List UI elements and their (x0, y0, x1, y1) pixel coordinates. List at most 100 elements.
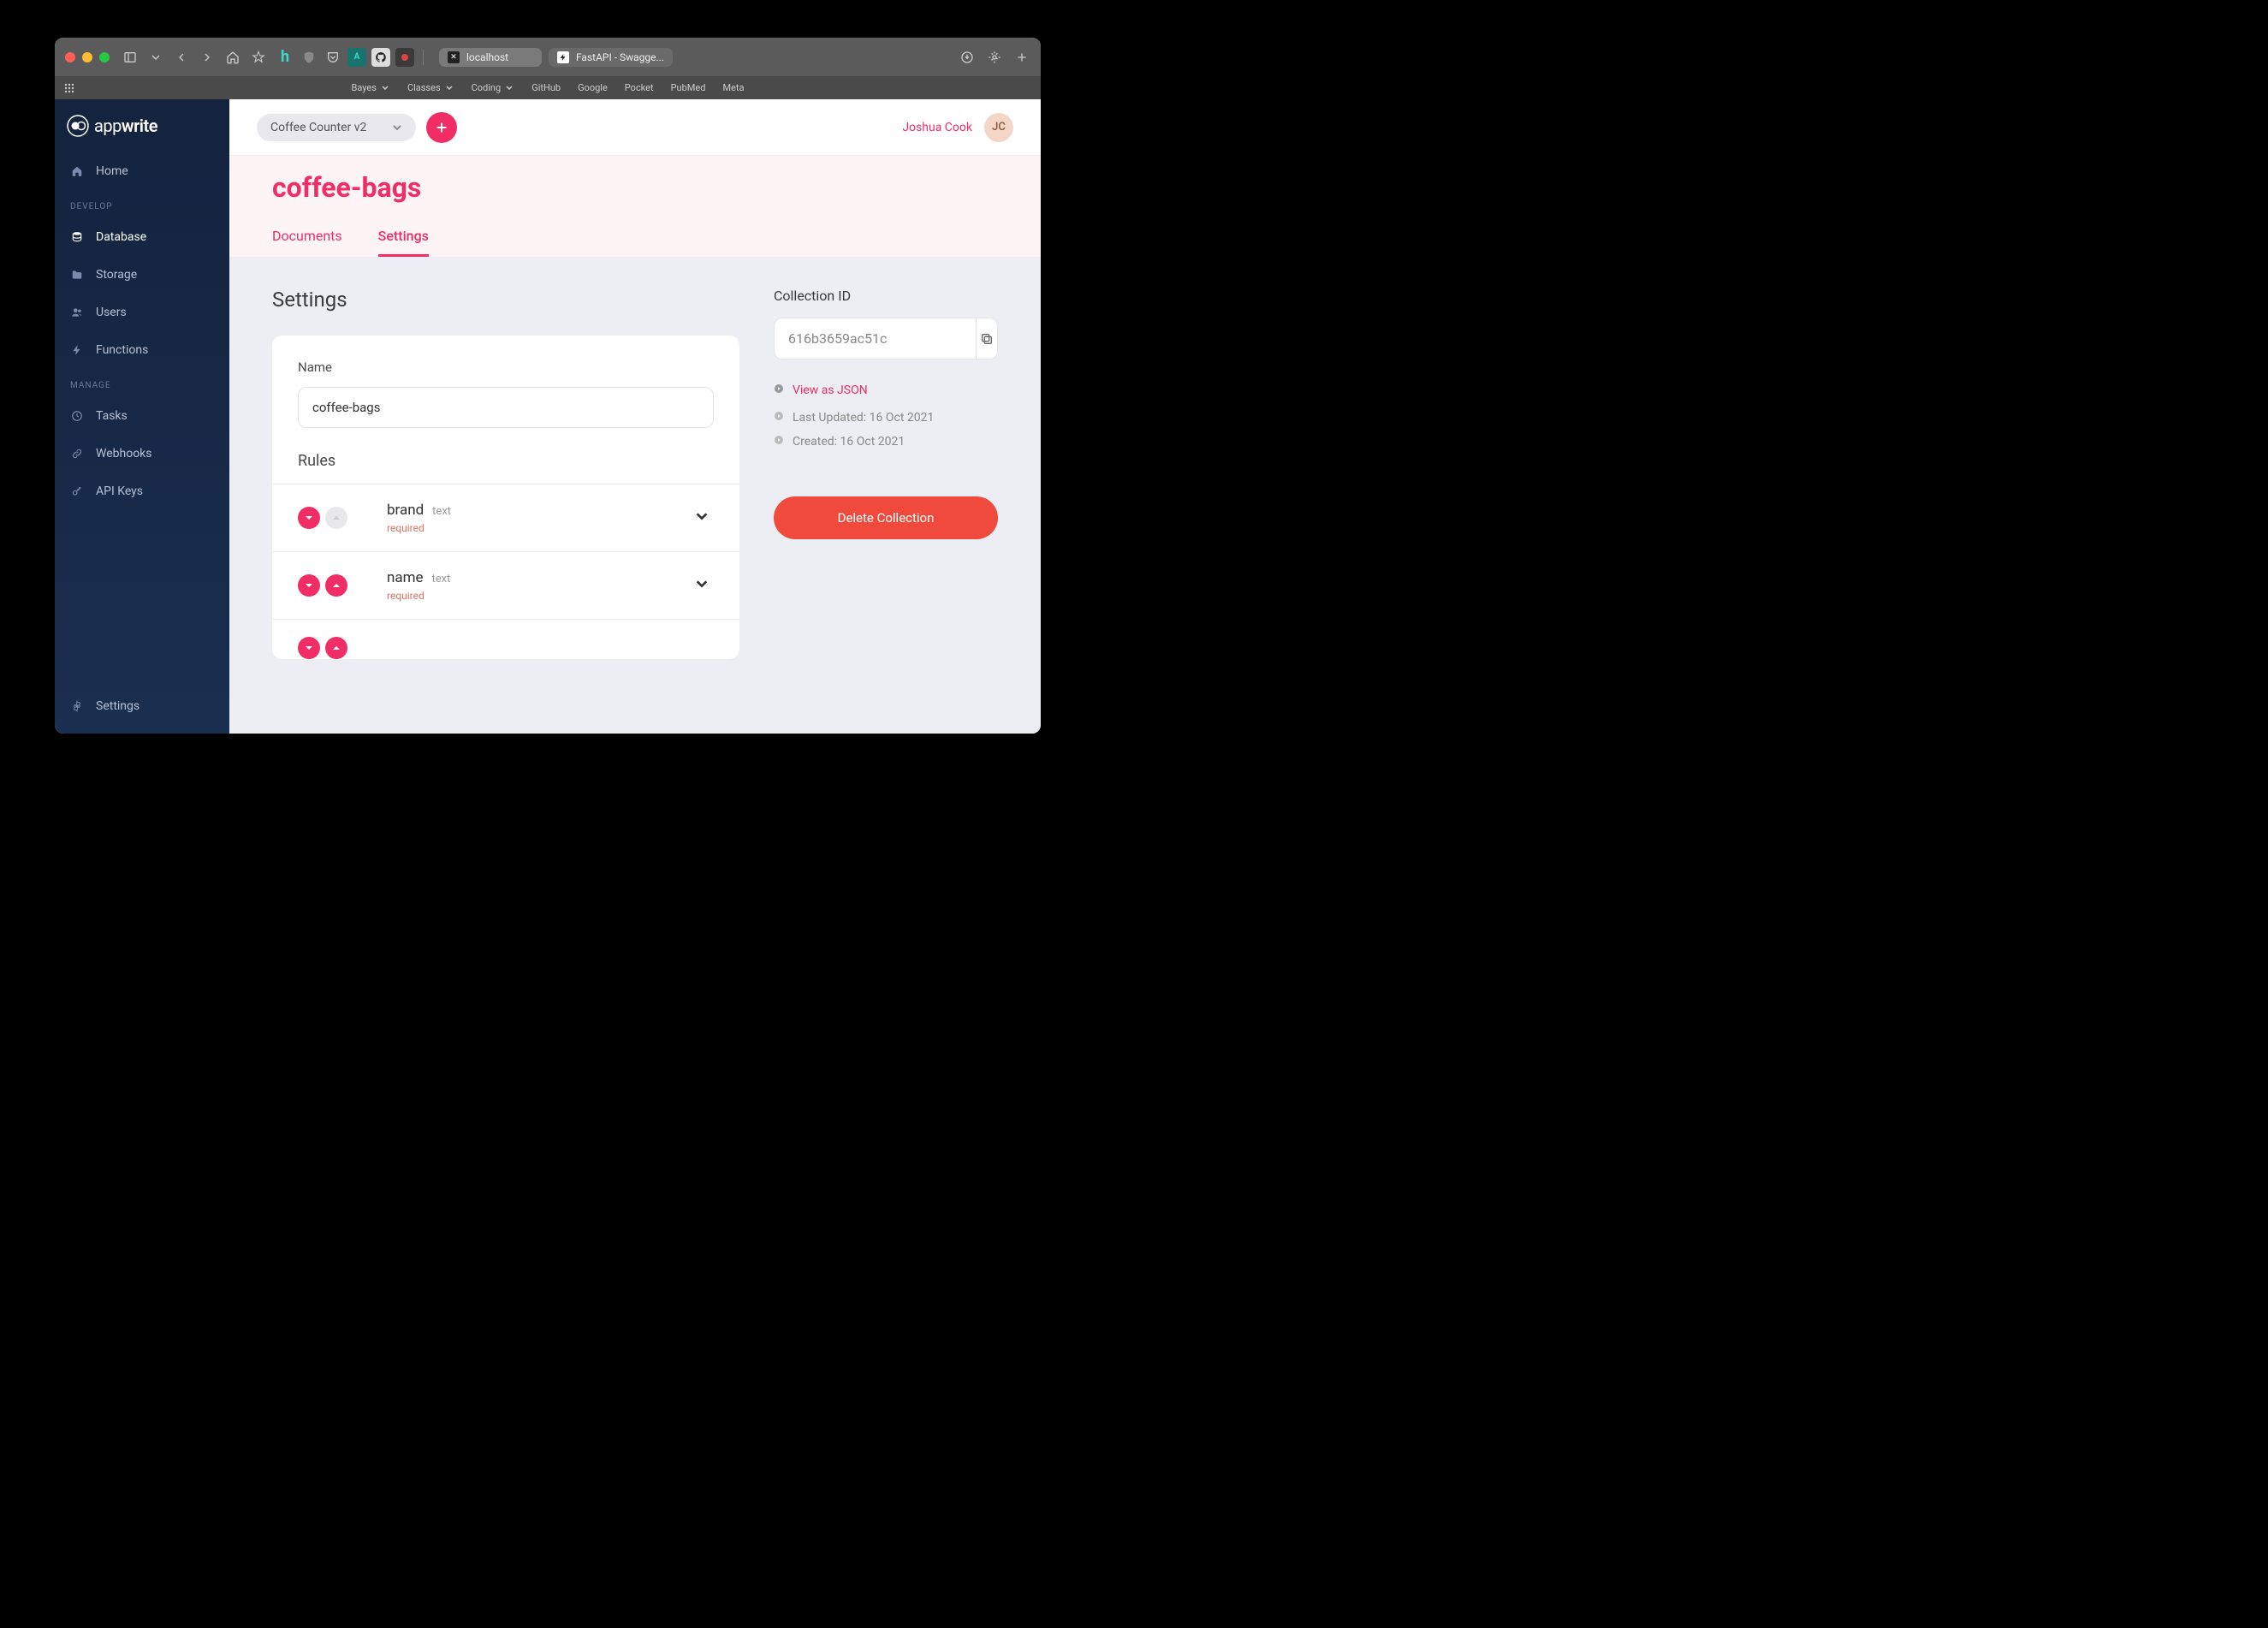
chevron-down-icon (695, 577, 709, 591)
app-header: Coffee Counter v2 Joshua Cook JC (229, 99, 1041, 155)
main-content: Coffee Counter v2 Joshua Cook JC coffee-… (229, 99, 1041, 734)
expand-rule-button[interactable] (690, 504, 714, 532)
honey-extension-icon[interactable]: h (276, 48, 294, 67)
dropdown-chevron-icon[interactable] (147, 49, 164, 66)
sidebar-item-database[interactable]: Database (55, 218, 229, 256)
delete-collection-button[interactable]: Delete Collection (774, 496, 998, 539)
apps-grid-icon[interactable] (63, 82, 75, 94)
project-selector[interactable]: Coffee Counter v2 (257, 114, 416, 141)
browser-tab-localhost[interactable]: ✕ localhost (439, 48, 542, 67)
collection-id-label: Collection ID (774, 288, 998, 304)
bookmark-github[interactable]: GitHub (525, 80, 567, 95)
shield-extension-icon[interactable] (300, 48, 318, 67)
side-panel: Collection ID View as JSON (774, 288, 998, 659)
created: Created: 16 Oct 2021 (774, 435, 998, 449)
sidebar-item-webhooks[interactable]: Webhooks (55, 435, 229, 472)
rule-row: brand text required (272, 484, 739, 551)
plus-icon (435, 121, 448, 134)
sidebar-item-functions[interactable]: Functions (55, 331, 229, 369)
tab-settings[interactable]: Settings (378, 228, 429, 257)
sidebar-item-tasks[interactable]: Tasks (55, 397, 229, 435)
pocket-extension-icon[interactable] (324, 48, 342, 67)
move-down-button[interactable] (298, 507, 320, 529)
home-icon (70, 165, 84, 177)
move-down-button[interactable] (298, 637, 320, 659)
bookmark-google[interactable]: Google (571, 80, 614, 95)
bookmark-pubmed[interactable]: PubMed (664, 80, 713, 95)
rule-type: text (432, 505, 451, 518)
caret-down-icon (305, 644, 313, 652)
sidebar-item-home[interactable]: Home (55, 152, 229, 190)
bookmark-meta[interactable]: Meta (715, 80, 751, 95)
new-tab-icon[interactable] (1013, 49, 1030, 66)
sidebar-section-manage: MANAGE (55, 369, 229, 397)
extension-icon-a[interactable]: A (347, 48, 366, 67)
copy-id-button[interactable] (976, 318, 997, 359)
project-name: Coffee Counter v2 (270, 121, 366, 134)
caret-up-icon (332, 644, 341, 652)
link-icon (70, 448, 84, 460)
sidebar-label: Users (96, 306, 127, 319)
expand-rule-button[interactable] (690, 572, 714, 599)
github-extension-icon[interactable] (371, 48, 390, 67)
tab-label: localhost (466, 51, 508, 63)
browser-tab-fastapi[interactable]: FastAPI - Swagge... (549, 48, 673, 67)
user-name-link[interactable]: Joshua Cook (902, 121, 972, 134)
minimize-window[interactable] (82, 52, 92, 62)
sidebar-item-settings[interactable]: Settings (55, 687, 229, 725)
move-up-button (325, 507, 347, 529)
last-updated-text: Last Updated: 16 Oct 2021 (793, 411, 934, 425)
title-area: coffee-bags Documents Settings (229, 155, 1041, 257)
rules-heading: Rules (298, 452, 714, 470)
forward-arrow-icon[interactable] (199, 49, 216, 66)
bookmark-star-icon[interactable] (250, 49, 267, 66)
rule-name: name (387, 569, 424, 586)
collection-id-box (774, 318, 998, 359)
sidebar-section-develop: DEVELOP (55, 190, 229, 218)
chevron-down-icon (392, 122, 402, 133)
name-input[interactable] (298, 387, 714, 428)
bookmark-classes[interactable]: Classes (401, 80, 461, 95)
copy-icon (980, 332, 994, 346)
maximize-window[interactable] (99, 52, 110, 62)
back-arrow-icon[interactable] (173, 49, 190, 66)
bookmark-bayes[interactable]: Bayes (345, 80, 397, 95)
caret-down-icon (305, 581, 313, 590)
sidebar-item-api-keys[interactable]: API Keys (55, 472, 229, 510)
move-up-button[interactable] (325, 574, 347, 597)
user-avatar[interactable]: JC (984, 113, 1013, 142)
bookmark-pocket[interactable]: Pocket (618, 80, 661, 95)
move-down-button[interactable] (298, 574, 320, 597)
favicon-x-icon: ✕ (448, 51, 460, 63)
bookmark-coding[interactable]: Coding (465, 80, 522, 95)
home-icon[interactable] (224, 49, 241, 66)
last-updated: Last Updated: 16 Oct 2021 (774, 411, 998, 425)
extension-icon-red[interactable] (395, 48, 414, 67)
close-window[interactable] (65, 52, 75, 62)
gear-icon (70, 700, 84, 712)
sidebar-item-storage[interactable]: Storage (55, 256, 229, 294)
caret-up-icon (332, 514, 341, 522)
sidebar-toggle-icon[interactable] (122, 49, 139, 66)
add-project-button[interactable] (426, 112, 457, 143)
sidebar-label: Webhooks (96, 447, 152, 460)
users-icon (70, 306, 84, 318)
logo[interactable]: appwrite (55, 115, 229, 152)
downloads-icon[interactable] (959, 49, 976, 66)
settings-card: Name Rules (272, 336, 739, 659)
view-json-label: View as JSON (793, 383, 868, 397)
bolt-icon (70, 344, 84, 356)
database-icon (70, 231, 84, 243)
sidebar-label: Home (96, 164, 128, 178)
tab-documents[interactable]: Documents (272, 228, 342, 257)
chevron-down-icon (695, 509, 709, 523)
rule-row (272, 619, 739, 659)
settings-gear-icon[interactable] (986, 49, 1003, 66)
collection-id-input[interactable] (775, 318, 976, 359)
sidebar-item-users[interactable]: Users (55, 294, 229, 331)
browser-titlebar: h A ✕ localhost (55, 38, 1041, 76)
move-up-button[interactable] (325, 637, 347, 659)
view-as-json-link[interactable]: View as JSON (774, 383, 998, 397)
caret-up-icon (332, 581, 341, 590)
tabs: Documents Settings (272, 228, 998, 257)
